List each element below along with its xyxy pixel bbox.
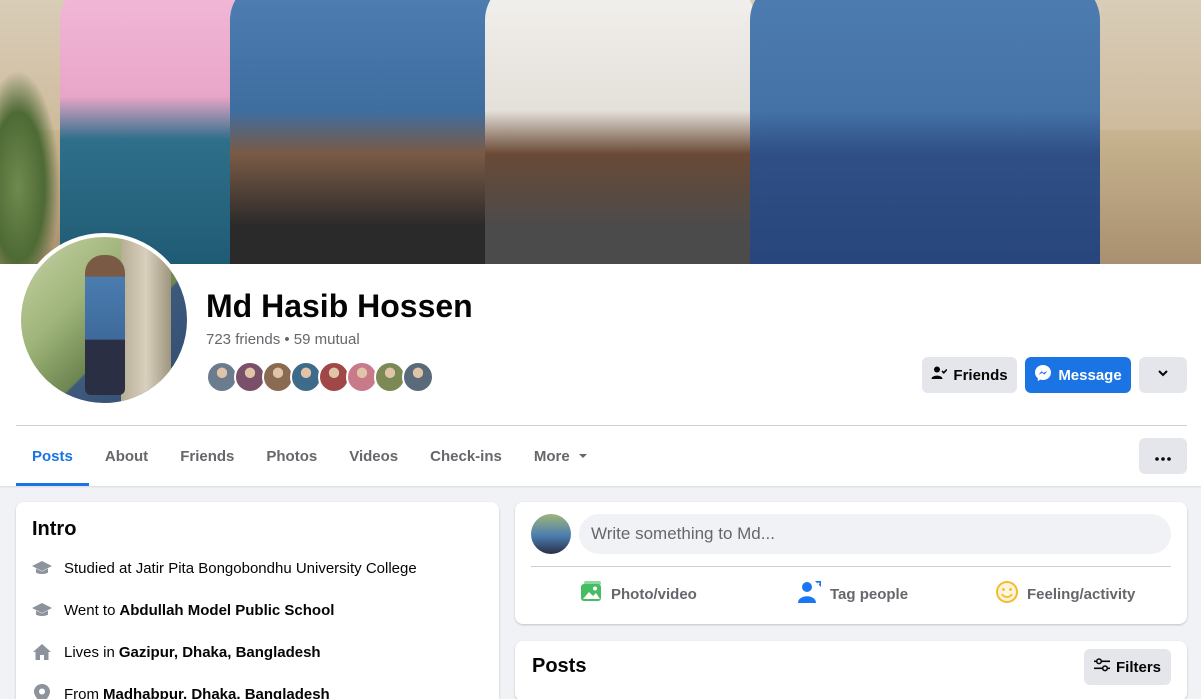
message-button-label: Message <box>1058 366 1122 384</box>
more-actions-button[interactable] <box>1139 357 1187 393</box>
friends-count[interactable]: 723 friends • 59 mutual <box>206 331 360 348</box>
profile-tabs: Posts About Friends Photos Videos Check-… <box>16 426 604 486</box>
friend-check-icon <box>931 365 948 385</box>
tag-people-icon <box>798 580 822 608</box>
cover-person-3 <box>485 0 755 264</box>
avatar-tree <box>121 237 171 403</box>
tab-label: Posts <box>32 447 73 465</box>
posts-header-card: Posts Filters <box>515 641 1187 699</box>
intro-row-from: From Madhabpur, Dhaka, Bangladesh <box>32 682 330 699</box>
post-composer: Write something to Md... Photo/video Tag… <box>515 502 1187 624</box>
intro-row-lives: Lives in Gazipur, Dhaka, Bangladesh <box>32 640 321 664</box>
photo-video-label: Photo/video <box>611 585 697 603</box>
intro-row-school: Went to Abdullah Model Public School <box>32 598 334 622</box>
photo-video-button[interactable]: Photo/video <box>579 574 697 614</box>
intro-card: Intro Studied at Jatir Pita Bongobondhu … <box>16 502 499 699</box>
feeling-activity-label: Feeling/activity <box>1027 585 1136 603</box>
intro-row-text: Lives in <box>64 643 115 661</box>
friends-button-label: Friends <box>953 366 1008 384</box>
tab-about[interactable]: About <box>89 426 164 486</box>
tab-more[interactable]: More <box>518 426 604 486</box>
profile-name: Md Hasib Hossen <box>206 288 473 324</box>
intro-row-link[interactable]: Madhabpur, Dhaka, Bangladesh <box>103 686 330 699</box>
intro-row-text: Studied at Jatir Pita Bongobondhu Univer… <box>64 559 417 577</box>
tab-posts[interactable]: Posts <box>16 426 89 486</box>
tab-photos[interactable]: Photos <box>250 426 333 486</box>
cover-person-2 <box>230 0 500 264</box>
graduation-cap-icon <box>32 558 52 578</box>
tab-label: Check-ins <box>430 447 502 465</box>
tag-people-label: Tag people <box>830 585 909 603</box>
messenger-icon <box>1034 364 1052 386</box>
feeling-activity-button[interactable]: Feeling/activity <box>995 574 1135 614</box>
intro-row-link[interactable]: Abdullah Model Public School <box>119 602 334 619</box>
tab-label: Friends <box>180 447 235 465</box>
intro-title: Intro <box>32 518 77 540</box>
composer-input[interactable]: Write something to Md... <box>579 514 1171 554</box>
tab-label: Videos <box>349 447 399 465</box>
tab-videos[interactable]: Videos <box>333 426 414 486</box>
composer-divider <box>531 566 1171 567</box>
tab-label: Photos <box>266 447 318 465</box>
profile-options-button[interactable] <box>1139 438 1187 474</box>
intro-row-link[interactable]: Gazipur, Dhaka, Bangladesh <box>119 644 321 661</box>
intro-row-text: Went to <box>64 601 116 619</box>
tab-friends[interactable]: Friends <box>164 426 250 486</box>
intro-row-text: From <box>64 685 99 699</box>
intro-row-education: Studied at Jatir Pita Bongobondhu Univer… <box>32 556 417 580</box>
tab-check-ins[interactable]: Check-ins <box>414 426 518 486</box>
filters-button[interactable]: Filters <box>1084 649 1171 685</box>
filters-label: Filters <box>1115 658 1161 676</box>
graduation-cap-icon <box>32 600 52 620</box>
composer-avatar[interactable] <box>531 514 571 554</box>
tag-people-button[interactable]: Tag people <box>798 574 908 614</box>
smiley-icon <box>995 580 1019 608</box>
message-button[interactable]: Message <box>1025 357 1131 393</box>
cover-person-4 <box>750 0 1100 264</box>
cover-plant <box>0 70 60 264</box>
avatar-figure <box>85 255 125 395</box>
ellipsis-icon <box>1155 448 1171 465</box>
sliders-icon <box>1093 658 1110 676</box>
home-icon <box>32 642 52 662</box>
profile-avatar[interactable] <box>17 233 191 407</box>
photo-icon <box>579 580 603 608</box>
friends-button[interactable]: Friends <box>922 357 1017 393</box>
cover-photo[interactable] <box>0 0 1201 264</box>
composer-placeholder: Write something to Md... <box>591 524 775 543</box>
posts-title: Posts <box>532 655 587 677</box>
tab-label: About <box>104 447 149 465</box>
location-pin-icon <box>32 684 52 699</box>
chevron-down-icon <box>1156 366 1170 384</box>
caret-down-icon <box>578 452 588 460</box>
tab-label: More <box>533 447 570 465</box>
mutual-friends-avatars[interactable] <box>206 361 434 393</box>
mutual-friend-avatar[interactable] <box>402 361 434 393</box>
